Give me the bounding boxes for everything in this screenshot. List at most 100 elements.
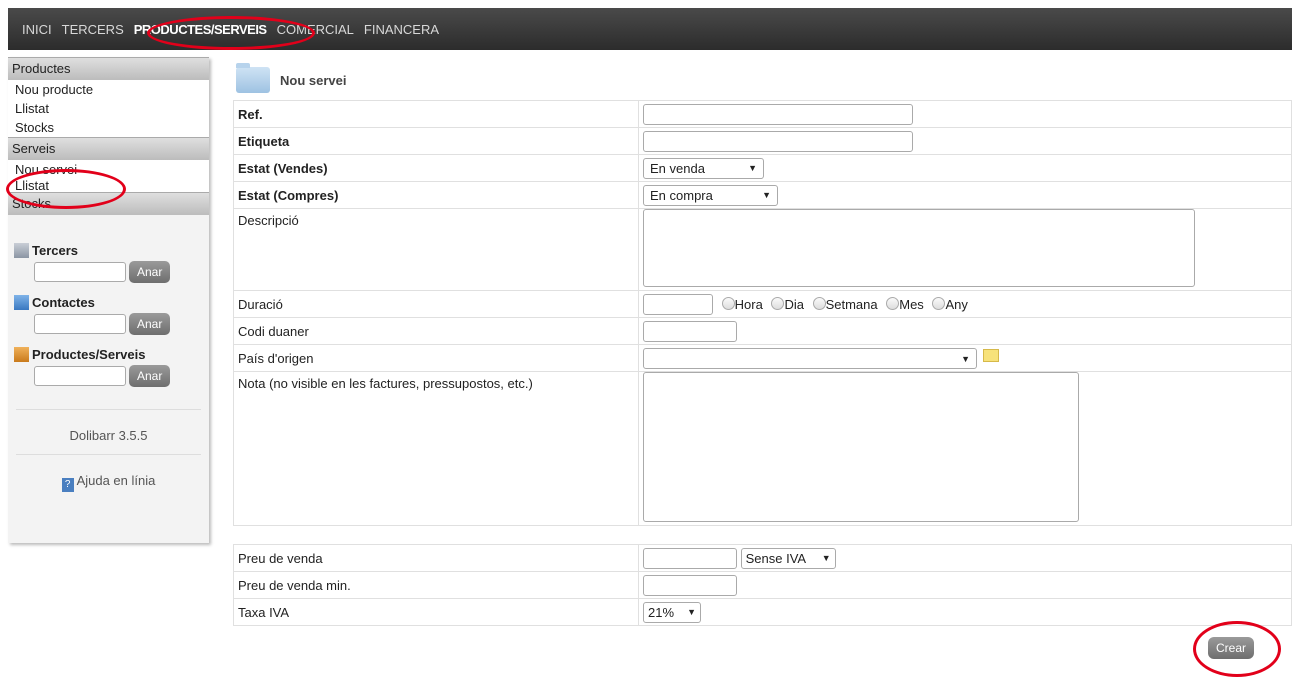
form-row-nota: Nota (no visible en les factures, pressu… xyxy=(233,371,1292,526)
form-row-descripcio: Descripció xyxy=(233,208,1292,291)
preu-venda-min-label: Preu de venda min. xyxy=(233,571,639,599)
preu-venda-label: Preu de venda xyxy=(233,544,639,572)
menu-productes-serveis[interactable]: PRODUCTES/SERVEIS xyxy=(134,22,267,37)
form-row-estat-vendes: Estat (Vendes) En venda ▼ xyxy=(233,154,1292,182)
search-contactes-input[interactable] xyxy=(34,314,126,334)
form-row-preu-venda-min: Preu de venda min. xyxy=(233,571,1292,599)
estat-compres-select[interactable]: En compra ▼ xyxy=(643,184,778,206)
codi-duaner-label: Codi duaner xyxy=(233,317,639,345)
radio-dia[interactable] xyxy=(771,296,785,310)
etiqueta-input[interactable] xyxy=(643,130,913,152)
building-icon xyxy=(14,242,29,258)
sidebar-header-stocks[interactable]: Stocks xyxy=(8,192,209,215)
radio-setmana-label: Setmana xyxy=(825,296,878,312)
preu-venda-min-input[interactable] xyxy=(643,574,737,596)
descripcio-label: Descripció xyxy=(233,208,639,291)
search-tercers-input[interactable] xyxy=(34,262,126,282)
ref-label: Ref. xyxy=(233,100,639,128)
radio-any-label: Any xyxy=(945,296,968,312)
main-content: Nou servei Ref. Etiqueta Estat (Vendes) … xyxy=(233,60,1292,626)
menu-comercial[interactable]: COMERCIAL xyxy=(277,22,354,37)
search-productes: Productes/Serveis Anar xyxy=(8,345,209,387)
menu-tercers[interactable]: TERCERS xyxy=(62,22,124,37)
nota-textarea[interactable] xyxy=(643,372,1079,522)
search-tercers: Tercers Anar xyxy=(8,241,209,283)
search-contactes: Contactes Anar xyxy=(8,293,209,335)
contact-card-icon xyxy=(14,294,29,310)
radio-hora-label: Hora xyxy=(734,296,763,312)
form-row-pais-origen: País d'origen ▼ xyxy=(233,344,1292,372)
sidebar-item-nou-producte[interactable]: Nou producte xyxy=(8,80,209,99)
taxa-iva-select[interactable]: 21% ▼ xyxy=(643,601,701,623)
form-row-estat-compres: Estat (Compres) En compra ▼ xyxy=(233,181,1292,209)
chevron-down-icon: ▼ xyxy=(687,607,696,617)
left-sidebar: Productes Nou producte Llistat Stocks Se… xyxy=(8,57,209,543)
preu-venda-input[interactable] xyxy=(643,547,737,569)
form-row-preu-venda: Preu de venda Sense IVA ▼ xyxy=(233,544,1292,572)
radio-dia-label: Dia xyxy=(784,296,804,312)
top-menu-bar: INICI TERCERS PRODUCTES/SERVEIS COMERCIA… xyxy=(8,8,1292,50)
menu-inici[interactable]: INICI xyxy=(22,22,52,37)
page-title-text: Nou servei xyxy=(280,72,347,88)
edit-dictionary-icon[interactable] xyxy=(983,348,999,362)
sidebar-item-llistat-productes[interactable]: Llistat xyxy=(8,99,209,118)
nota-label: Nota (no visible en les factures, pressu… xyxy=(233,371,639,526)
search-productes-input[interactable] xyxy=(34,366,126,386)
price-form: Preu de venda Sense IVA ▼ Preu de venda m… xyxy=(233,544,1292,626)
form-row-ref: Ref. xyxy=(233,100,1292,128)
pais-origen-select[interactable]: ▼ xyxy=(643,348,977,370)
sidebar-item-nou-servei[interactable]: Nou servei xyxy=(8,160,209,179)
help-link-label[interactable]: Ajuda en línia xyxy=(77,473,156,488)
taxa-iva-label: Taxa IVA xyxy=(233,598,639,626)
chevron-down-icon: ▼ xyxy=(748,163,757,173)
form-row-etiqueta: Etiqueta xyxy=(233,127,1292,155)
ref-input[interactable] xyxy=(643,103,913,125)
chevron-down-icon: ▼ xyxy=(961,353,970,364)
radio-mes[interactable] xyxy=(886,296,900,310)
search-contactes-button[interactable]: Anar xyxy=(129,313,171,335)
form-row-codi-duaner: Codi duaner xyxy=(233,317,1292,345)
sidebar-item-llistat-serveis[interactable]: Llistat xyxy=(8,179,209,192)
search-tercers-label: Tercers xyxy=(32,242,79,258)
service-form: Ref. Etiqueta Estat (Vendes) En venda ▼ E… xyxy=(233,100,1292,526)
estat-vendes-value: En venda xyxy=(650,160,705,176)
chevron-down-icon: ▼ xyxy=(821,553,831,563)
page-title: Nou servei xyxy=(233,60,1292,100)
estat-compres-label: Estat (Compres) xyxy=(233,181,639,209)
duracio-input[interactable] xyxy=(643,293,713,315)
preu-venda-base-value: Sense IVA xyxy=(745,550,807,566)
radio-setmana[interactable] xyxy=(812,296,826,310)
etiqueta-label: Etiqueta xyxy=(233,127,639,155)
duracio-label: Duració xyxy=(233,290,639,318)
radio-any[interactable] xyxy=(932,296,946,310)
search-productes-label: Productes/Serveis xyxy=(32,346,146,362)
search-productes-button[interactable]: Anar xyxy=(129,365,171,387)
sidebar-header-productes[interactable]: Productes xyxy=(8,57,209,80)
estat-vendes-select[interactable]: En venda ▼ xyxy=(643,157,764,179)
sidebar-divider xyxy=(16,454,201,455)
radio-mes-label: Mes xyxy=(899,296,924,312)
product-box-icon xyxy=(14,346,29,362)
folder-icon xyxy=(236,63,270,93)
help-book-icon: ? xyxy=(61,478,74,492)
taxa-iva-value: 21% xyxy=(648,604,675,620)
codi-duaner-input[interactable] xyxy=(643,320,737,342)
version-label: Dolibarr 3.5.5 xyxy=(69,428,148,443)
descripcio-textarea[interactable] xyxy=(643,209,1195,287)
form-row-duracio: Duració Hora Dia Setmana Mes Any xyxy=(233,290,1292,318)
search-contactes-label: Contactes xyxy=(32,294,95,310)
radio-hora[interactable] xyxy=(721,296,735,310)
estat-vendes-label: Estat (Vendes) xyxy=(233,154,639,182)
estat-compres-value: En compra xyxy=(650,187,713,203)
help-link[interactable]: ? Ajuda en línia xyxy=(8,473,209,492)
pais-origen-label: País d'origen xyxy=(233,344,639,372)
menu-financera[interactable]: FINANCERA xyxy=(364,22,439,37)
sidebar-header-serveis[interactable]: Serveis xyxy=(8,137,209,160)
preu-venda-base-select[interactable]: Sense IVA ▼ xyxy=(740,547,836,569)
crear-button[interactable]: Crear xyxy=(1208,637,1255,659)
form-row-taxa-iva: Taxa IVA 21% ▼ xyxy=(233,598,1292,626)
search-tercers-button[interactable]: Anar xyxy=(129,261,171,283)
chevron-down-icon: ▼ xyxy=(762,190,771,200)
sidebar-divider xyxy=(16,409,201,410)
sidebar-item-stocks[interactable]: Stocks xyxy=(8,118,209,137)
